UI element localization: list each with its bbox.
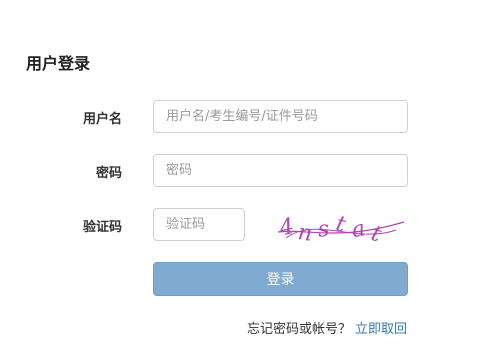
username-label: 用户名 — [82, 112, 122, 127]
svg-text:n: n — [296, 220, 314, 247]
login-page: 用户登录 用户名 密码 验证码 4 n s t a t 登录 忘记密码或帐号？ 立… — [0, 0, 498, 361]
retrieve-link[interactable]: 立即取回 — [355, 322, 407, 337]
svg-text:s: s — [317, 217, 331, 243]
username-input[interactable] — [153, 100, 408, 133]
captcha-image[interactable]: 4 n s t a t — [276, 208, 406, 248]
svg-text:t: t — [333, 211, 348, 237]
svg-text:a: a — [350, 216, 367, 243]
captcha-label: 验证码 — [82, 220, 122, 235]
svg-text:t: t — [368, 221, 384, 248]
captcha-input[interactable] — [153, 208, 245, 241]
forgot-text: 忘记密码或帐号？ — [246, 322, 351, 337]
password-label: 密码 — [95, 166, 122, 181]
page-title: 用户登录 — [26, 54, 91, 73]
svg-text:4: 4 — [276, 214, 296, 242]
captcha-text: 4 n s t a t — [276, 211, 384, 247]
forgot-account-row: 忘记密码或帐号？ 立即取回 — [247, 318, 407, 337]
login-button[interactable]: 登录 — [153, 262, 408, 296]
password-input[interactable] — [153, 154, 408, 187]
